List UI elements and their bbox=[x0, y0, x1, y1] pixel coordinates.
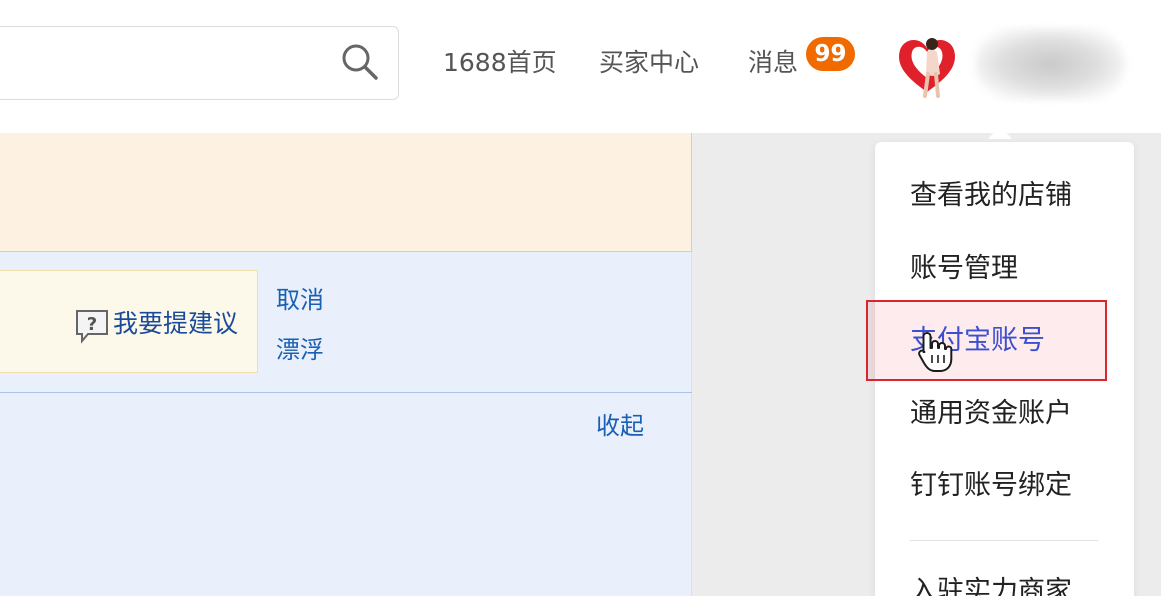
cancel-link[interactable]: 取消 bbox=[276, 284, 324, 316]
dropdown-caret bbox=[988, 126, 1012, 139]
hand-pointer-cursor-icon bbox=[918, 332, 953, 372]
panel-divider bbox=[0, 392, 692, 393]
messages-count-badge: 99 bbox=[806, 37, 855, 71]
menu-item-join-power-merchant[interactable]: 入驻实力商家 bbox=[910, 574, 1072, 596]
menu-item-dingtalk-binding[interactable]: 钉钉账号绑定 bbox=[910, 468, 1072, 504]
username-blurred[interactable] bbox=[975, 28, 1125, 100]
nav-buyer-center-link[interactable]: 买家中心 bbox=[599, 46, 699, 80]
menu-item-view-my-store[interactable]: 查看我的店铺 bbox=[910, 178, 1072, 214]
question-feedback-icon[interactable]: ? bbox=[74, 308, 110, 344]
nav-messages-link[interactable]: 消息 bbox=[748, 46, 798, 80]
menu-item-account-management[interactable]: 账号管理 bbox=[910, 251, 1018, 287]
menu-item-general-funds-account[interactable]: 通用资金账户 bbox=[910, 396, 1072, 432]
nav-home-link[interactable]: 1688首页 bbox=[443, 46, 557, 80]
search-icon[interactable] bbox=[340, 42, 380, 82]
notice-banner bbox=[0, 133, 692, 252]
collapse-link[interactable]: 收起 bbox=[596, 410, 644, 442]
float-link[interactable]: 漂浮 bbox=[276, 334, 324, 366]
suggestion-link[interactable]: 我要提建议 bbox=[113, 307, 238, 341]
avatar[interactable] bbox=[894, 30, 960, 100]
svg-text:?: ? bbox=[87, 314, 97, 335]
menu-divider bbox=[910, 540, 1098, 541]
